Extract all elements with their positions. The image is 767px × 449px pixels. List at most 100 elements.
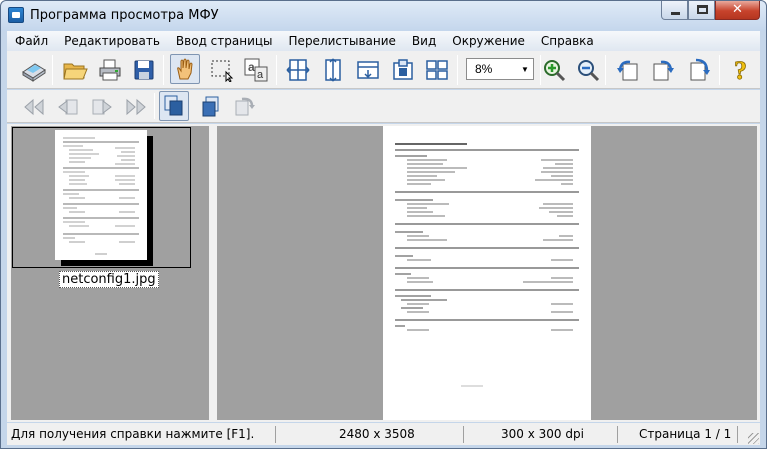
page-stack-right-button[interactable] <box>229 92 259 122</box>
last-page-icon <box>126 98 146 116</box>
rotate-left-button[interactable] <box>613 55 643 85</box>
save-icon <box>134 60 154 80</box>
status-resolution: 300 x 300 dpi <box>501 427 584 441</box>
toolbar-separator <box>719 55 720 85</box>
rotate-right-button[interactable] <box>648 55 678 85</box>
maximize-button[interactable] <box>688 1 715 20</box>
page-stack-right-icon <box>235 97 255 116</box>
chevron-down-icon[interactable]: ▼ <box>517 65 533 74</box>
zoom-select[interactable]: 8% ▼ <box>466 58 534 80</box>
status-page-counter: Страница 1 / 1 <box>639 427 732 441</box>
page-stack-icon <box>164 95 183 116</box>
title-bar[interactable]: Программа просмотра МФУ ✕ <box>1 1 766 31</box>
toolbar-separator <box>154 93 155 119</box>
menu-help[interactable]: Справка <box>533 34 602 48</box>
actual-size-icon <box>393 59 413 80</box>
rotate-left-icon <box>617 60 638 81</box>
page-stack-left-icon <box>202 96 219 117</box>
open-folder-icon <box>63 63 88 80</box>
menu-navigation[interactable]: Перелистывание <box>281 34 404 48</box>
fit-height-button[interactable] <box>318 55 348 85</box>
thumbnail-document-content <box>63 137 139 255</box>
fit-page-icon <box>357 61 379 79</box>
document-page-content <box>395 143 579 387</box>
toolbar-separator <box>457 55 458 85</box>
help-button[interactable]: ? <box>727 55 757 85</box>
hand-tool-button[interactable] <box>170 54 200 84</box>
menu-edit[interactable]: Редактировать <box>56 34 168 48</box>
fit-page-button[interactable] <box>353 55 383 85</box>
caption-buttons: ✕ <box>661 1 760 20</box>
status-help-text: Для получения справки нажмите [F1]. <box>11 427 255 441</box>
first-page-button[interactable] <box>19 92 49 122</box>
menu-environment[interactable]: Окружение <box>444 34 533 48</box>
open-button[interactable] <box>60 55 90 85</box>
menu-page-input[interactable]: Ввод страницы <box>168 34 281 48</box>
print-button[interactable] <box>95 55 125 85</box>
window-title: Программа просмотра МФУ <box>30 8 219 23</box>
svg-text:?: ? <box>734 57 747 83</box>
document-page[interactable] <box>383 126 591 420</box>
zoom-value: 8% <box>475 62 493 76</box>
minimize-icon <box>671 12 680 15</box>
navigation-toolbar <box>7 90 760 123</box>
toolbar-separator <box>276 55 277 85</box>
status-separator <box>737 426 738 443</box>
actual-size-button[interactable] <box>388 55 418 85</box>
selection-rect-icon <box>211 60 234 82</box>
close-icon: ✕ <box>732 2 743 17</box>
minimize-button[interactable] <box>661 1 688 20</box>
select-area-button[interactable] <box>207 55 237 85</box>
thumbnail-filename[interactable]: netconfig1.jpg <box>59 271 159 288</box>
two-page-icon <box>426 60 448 80</box>
thumbnail-image[interactable] <box>55 130 147 260</box>
menu-view[interactable]: Вид <box>404 34 444 48</box>
flip-icon <box>690 58 710 81</box>
two-page-button[interactable] <box>422 55 452 85</box>
page-stack-button[interactable] <box>159 91 189 121</box>
ocr-text-icon: aa <box>244 58 268 82</box>
first-page-icon <box>24 98 44 116</box>
zoom-out-button[interactable] <box>573 55 603 85</box>
page-stack-left-button[interactable] <box>196 92 226 122</box>
thumbnail-item[interactable] <box>12 127 191 268</box>
flip-button[interactable] <box>684 55 714 85</box>
status-separator <box>275 426 276 443</box>
previous-page-icon <box>58 99 78 115</box>
close-button[interactable]: ✕ <box>715 1 760 20</box>
svg-text:a: a <box>257 69 264 81</box>
status-bar: Для получения справки нажмите [F1]. 2480… <box>7 423 760 445</box>
ocr-button[interactable]: aa <box>241 55 271 85</box>
fit-width-icon <box>286 59 310 81</box>
save-button[interactable] <box>129 55 159 85</box>
pane-splitter[interactable] <box>209 124 217 422</box>
app-icon[interactable] <box>8 7 24 23</box>
status-separator <box>617 426 618 443</box>
toolbar-separator <box>605 55 606 85</box>
hand-tool-icon <box>177 58 193 80</box>
menu-bar: Файл Редактировать Ввод страницы Перелис… <box>7 31 760 51</box>
rotate-right-icon <box>653 60 674 81</box>
thumbnail-pane[interactable]: netconfig1.jpg <box>11 126 209 420</box>
next-page-icon <box>92 99 112 115</box>
fit-height-icon <box>325 58 341 82</box>
status-separator <box>463 426 464 443</box>
zoom-out-icon <box>578 60 600 82</box>
scanner-icon <box>22 63 46 82</box>
next-page-button[interactable] <box>87 92 117 122</box>
scan-button[interactable] <box>19 55 49 85</box>
zoom-in-button[interactable] <box>539 55 569 85</box>
page-view-pane[interactable] <box>217 126 757 420</box>
main-toolbar: aa 8% ▼ ? <box>7 51 760 89</box>
svg-text:a: a <box>248 60 255 74</box>
fit-width-button[interactable] <box>283 55 313 85</box>
content-area: netconfig1.jpg <box>7 124 760 422</box>
zoom-in-icon <box>544 60 566 82</box>
print-icon <box>99 59 121 81</box>
menu-file[interactable]: Файл <box>7 34 56 48</box>
resize-grip[interactable] <box>748 433 759 444</box>
previous-page-button[interactable] <box>53 92 83 122</box>
last-page-button[interactable] <box>121 92 151 122</box>
application-window: Программа просмотра МФУ ✕ Файл Редактиро… <box>0 0 767 449</box>
toolbar-separator <box>163 55 164 85</box>
